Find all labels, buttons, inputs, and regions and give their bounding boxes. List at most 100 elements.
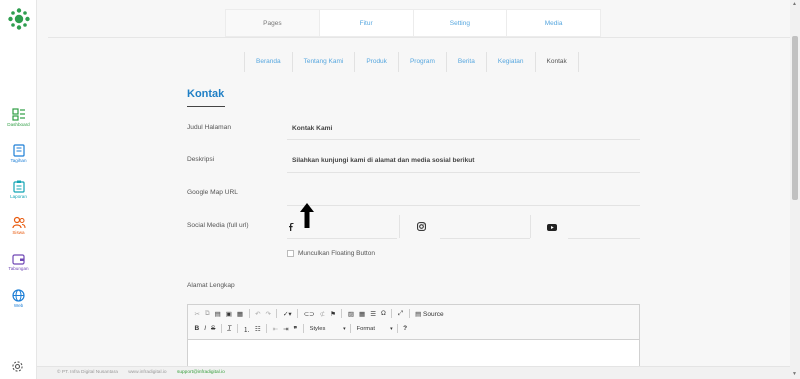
dashboard-icon [11, 108, 25, 121]
facebook-icon [289, 223, 294, 231]
sidebar-item-tagihan[interactable]: Tagihan [0, 144, 37, 163]
blockquote-icon[interactable]: ❞ [291, 325, 300, 333]
page-subtabs: Beranda Tentang Kami Produk Program Beri… [244, 52, 579, 72]
format-dropdown[interactable]: Format [354, 326, 394, 332]
subtab-kontak[interactable]: Kontak [536, 52, 579, 72]
numbered-list-icon[interactable]: ⒈ [241, 324, 253, 334]
toolbar-separator [236, 324, 238, 333]
main-tabs: Pages Fitur Setting Media [225, 9, 601, 37]
subtab-beranda[interactable]: Beranda [245, 52, 293, 72]
sidebar-label-tagihan: Tagihan [10, 158, 27, 163]
deskripsi-label: Deskripsi [187, 156, 215, 163]
paste-text-icon[interactable]: ▣ [223, 310, 234, 318]
tab-setting[interactable]: Setting [414, 10, 508, 36]
social-divider [530, 215, 531, 238]
special-char-icon[interactable]: Ω [379, 310, 389, 317]
deskripsi-input[interactable]: Silahkan kunjungi kami di alamat dan med… [292, 157, 474, 164]
scroll-up-arrow-icon[interactable]: ▲ [792, 1, 797, 7]
footer: © PT. Infra Digital Nusantara www.infrad… [37, 366, 790, 379]
undo-icon[interactable]: ↶ [253, 310, 263, 318]
subtab-kegiatan[interactable]: Kegiatan [487, 52, 536, 72]
sidebar-label-dashboard: Dashboard [7, 122, 30, 127]
subtab-produk[interactable]: Produk [355, 52, 399, 72]
subtab-berita[interactable]: Berita [447, 52, 487, 72]
cut-icon[interactable]: ✂ [192, 310, 202, 318]
toolbar-separator [396, 324, 398, 333]
table-icon[interactable]: ▦ [357, 310, 368, 318]
anchor-flag-icon[interactable]: ⚑ [328, 310, 339, 318]
subtab-tentang-kami[interactable]: Tentang Kami [293, 52, 356, 72]
strike-button[interactable]: S [209, 325, 218, 332]
gear-icon[interactable] [11, 360, 24, 373]
instagram-icon [417, 222, 426, 231]
redo-icon[interactable]: ↷ [263, 310, 273, 318]
help-icon[interactable]: ? [401, 325, 410, 332]
spellcheck-icon[interactable]: ✓▾ [280, 310, 294, 318]
link-icon[interactable]: ⊂⊃ [301, 310, 317, 318]
paste-icon[interactable]: ▤ [212, 310, 223, 318]
outdent-icon[interactable]: ⇤ [270, 325, 280, 333]
sidebar-label-siswa: Siswa [12, 230, 25, 235]
social-label: Social Media (full url) [187, 222, 249, 229]
editor-toolbar-row-1: ✂ ⧉ ▤ ▣ ▦ ↶ ↷ ✓▾ ⊂⊃ ⊄ ⚑ ▨ ▦ ☰ Ω ⤢ ▤ Sour… [192, 307, 446, 320]
map-url-input[interactable] [287, 205, 640, 206]
title-underline [187, 106, 225, 107]
scroll-thumb[interactable] [792, 36, 798, 200]
styles-dropdown[interactable]: Styles [307, 326, 347, 332]
copy-icon[interactable]: ⧉ [202, 310, 212, 318]
judul-label: Judul Halaman [187, 124, 231, 131]
toolbar-separator [341, 309, 343, 318]
toolbar-separator [276, 309, 278, 318]
judul-input[interactable]: Kontak Kami [292, 125, 332, 132]
scroll-down-arrow-icon[interactable]: ▼ [792, 371, 797, 377]
social-divider [399, 215, 400, 238]
image-icon[interactable]: ▨ [345, 310, 356, 318]
toolbar-separator [408, 309, 410, 318]
page-title: Kontak [187, 88, 225, 100]
footer-company: © PT. Infra Digital Nusantara [57, 370, 118, 375]
subtab-program[interactable]: Program [399, 52, 447, 72]
sidebar-label-tabungan: Tabungan [8, 266, 29, 271]
judul-input-line [287, 139, 640, 140]
toolbar-separator [349, 324, 351, 333]
tab-fitur[interactable]: Fitur [320, 10, 414, 36]
youtube-url-input[interactable] [568, 238, 640, 239]
remove-format-button[interactable]: T̲ [225, 325, 234, 332]
sidebar-item-dashboard[interactable]: Dashboard [0, 108, 37, 127]
instagram-url-input[interactable] [440, 238, 530, 239]
bulleted-list-icon[interactable]: ☷ [252, 325, 263, 333]
alamat-label: Alamat Lengkap [187, 282, 235, 289]
sidebar-label-web: Web [13, 303, 24, 308]
clipboard-icon [12, 180, 25, 193]
toolbar-separator [302, 324, 304, 333]
app-logo[interactable] [8, 8, 30, 30]
toolbar-separator [220, 324, 222, 333]
sidebar-item-web[interactable]: Web [0, 289, 37, 308]
sidebar-item-laporan[interactable]: Laporan [0, 180, 37, 199]
floating-button-checkbox[interactable] [287, 250, 294, 257]
map-label: Google Map URL [187, 189, 238, 196]
facebook-url-input[interactable] [287, 238, 397, 239]
toolbar-separator [297, 309, 299, 318]
sidebar-item-tabungan[interactable]: Tabungan [0, 253, 37, 271]
toolbar-separator [248, 309, 250, 318]
unlink-icon[interactable]: ⊄ [317, 310, 327, 318]
bold-button[interactable]: B [192, 325, 202, 332]
tab-pages[interactable]: Pages [226, 10, 320, 36]
footer-email[interactable]: support@infradigital.io [177, 370, 225, 375]
indent-icon[interactable]: ⇥ [281, 325, 291, 333]
footer-website[interactable]: www.infradigital.io [128, 370, 166, 375]
youtube-icon [547, 224, 557, 231]
tab-media[interactable]: Media [507, 10, 600, 36]
horizontal-line-icon[interactable]: ☰ [368, 310, 379, 318]
paste-word-icon[interactable]: ▦ [234, 310, 245, 318]
floating-button-label: Munculkan Floating Button [298, 250, 375, 257]
globe-icon [12, 289, 25, 302]
maximize-icon[interactable]: ⤢ [395, 310, 405, 318]
italic-button[interactable]: I [202, 325, 209, 332]
source-button[interactable]: ▤ Source [413, 310, 447, 318]
toolbar-separator [391, 309, 393, 318]
page-scrollbar[interactable]: ▲ ▼ [790, 0, 800, 379]
sidebar-item-siswa[interactable]: Siswa [0, 216, 37, 235]
sidebar: Dashboard Tagihan Laporan Siswa Tabungan… [0, 0, 37, 379]
